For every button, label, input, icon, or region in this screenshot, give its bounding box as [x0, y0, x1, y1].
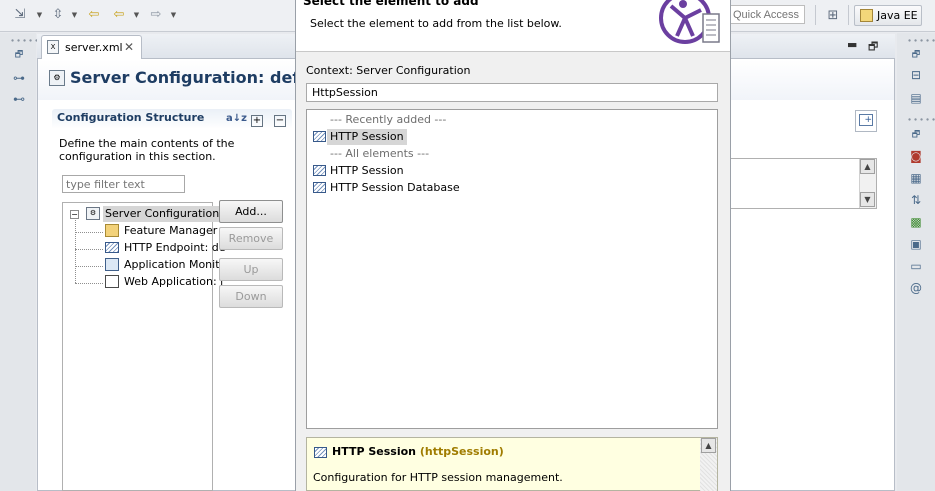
xml-file-icon: X: [47, 40, 59, 54]
scroll-up-icon[interactable]: ▲: [860, 159, 875, 174]
filter-input[interactable]: [62, 175, 185, 193]
close-icon[interactable]: ✕: [124, 40, 134, 54]
sort-alphabetically-icon[interactable]: a↓z: [226, 113, 247, 124]
snippets-icon[interactable]: ▣: [908, 236, 924, 252]
http-session-icon: [313, 131, 326, 142]
add-element-button[interactable]: +: [855, 110, 877, 132]
perspective-label: Java EE: [877, 9, 918, 22]
java-ee-perspective-icon: [860, 9, 873, 22]
down-button[interactable]: Down: [219, 285, 283, 308]
task-list-icon[interactable]: ▤: [908, 90, 924, 106]
minimize-icon[interactable]: ▬: [847, 38, 857, 51]
dropdown-arrow-icon[interactable]: ▼: [133, 11, 140, 19]
tab-server-xml[interactable]: X server.xml ✕: [41, 35, 142, 59]
list-item-label: HTTP Session: [327, 129, 407, 145]
dropdown-arrow-icon[interactable]: ▼: [71, 11, 78, 19]
scroll-down-icon[interactable]: ▼: [860, 192, 875, 207]
add-button[interactable]: Add...: [219, 200, 283, 223]
tree-guide-line: [75, 220, 76, 283]
up-button[interactable]: Up: [219, 258, 283, 281]
type-hierarchy-icon[interactable]: ⊷: [11, 91, 27, 107]
dropdown-arrow-icon[interactable]: ▼: [36, 11, 43, 19]
tree-item-label: HTTP Endpoint: de: [124, 241, 226, 254]
last-edit-location-icon[interactable]: ⇦: [86, 7, 102, 23]
tree-guide-line: [75, 266, 103, 267]
section-description: Define the main contents of the configur…: [59, 137, 235, 163]
quick-access-input[interactable]: [729, 5, 805, 24]
collapse-node-icon[interactable]: −: [70, 210, 79, 219]
detail-description: Configuration for HTTP session managemen…: [313, 471, 563, 484]
list-heading-label: --- All elements ---: [330, 147, 430, 160]
toolbar-separator: [848, 5, 849, 25]
dialog-subtitle: Select the element to add from the list …: [310, 17, 562, 30]
trim-grip: ∙∙∙∙∙: [907, 115, 935, 124]
restore-icon[interactable]: 🗗: [908, 127, 924, 143]
detail-scrollbar[interactable]: ▲: [700, 438, 717, 491]
list-item-label: HTTP Session: [330, 164, 404, 177]
vertical-scrollbar[interactable]: ▲ ▼: [859, 159, 876, 208]
data-source-icon[interactable]: ▩: [908, 214, 924, 230]
perspective-java-ee-button[interactable]: Java EE: [854, 5, 922, 26]
markers-icon[interactable]: ◙: [908, 148, 924, 164]
context-label: Context: Server Configuration: [306, 64, 471, 77]
trim-grip: ∙∙∙∙∙: [907, 36, 935, 45]
add-icon: +: [859, 114, 873, 126]
http-session-icon: [313, 165, 326, 176]
monitor-icon: [105, 258, 119, 271]
tree-guide-line: [75, 249, 103, 250]
scroll-up-icon[interactable]: ▲: [701, 438, 716, 453]
search-view-icon[interactable]: @: [908, 280, 924, 296]
restore-icon[interactable]: 🗗: [908, 47, 924, 63]
tree-item-label: Application Monito: [124, 258, 227, 271]
open-perspective-icon[interactable]: ⊞: [825, 8, 841, 24]
console-icon[interactable]: ▭: [908, 258, 924, 274]
back-icon[interactable]: ⇦: [111, 7, 127, 23]
tree-item-label: Web Application: j: [124, 275, 224, 288]
detail-element-id: (httpSession): [419, 445, 504, 458]
http-session-database-icon: [313, 182, 326, 193]
tree-guide-line: [75, 283, 103, 284]
expand-all-icon[interactable]: +: [251, 115, 263, 127]
element-list[interactable]: --- Recently added --- HTTP Session --- …: [306, 109, 718, 429]
websphere-logo-icon: [659, 0, 720, 44]
server-config-icon: ⚙: [86, 207, 100, 220]
tab-label: server.xml: [65, 41, 123, 54]
dropdown-arrow-icon[interactable]: ▼: [170, 11, 177, 19]
detail-name-label: HTTP Session: [332, 445, 416, 458]
tree-item-label: Server Configuration: [103, 206, 222, 222]
description-text-area[interactable]: [730, 158, 877, 209]
list-item-label: HTTP Session Database: [330, 181, 460, 194]
element-search-input[interactable]: [306, 83, 718, 102]
trim-grip: ∙∙∙∙∙: [10, 36, 41, 45]
web-application-icon: [105, 275, 119, 288]
properties-icon[interactable]: ▦: [908, 170, 924, 186]
list-heading-label: --- Recently added ---: [330, 113, 447, 126]
open-type-icon[interactable]: ⇳: [50, 7, 66, 23]
http-session-icon: [314, 447, 327, 458]
new-wizard-icon[interactable]: ⇲: [12, 7, 28, 23]
remove-button[interactable]: Remove: [219, 227, 283, 250]
detail-element-name: HTTP Session (httpSession): [332, 445, 504, 458]
server-config-icon: ⚙: [49, 70, 65, 86]
collapse-all-icon[interactable]: −: [274, 115, 286, 127]
dialog-title: Select the element to add: [303, 0, 479, 8]
tree-guide-line: [75, 232, 103, 233]
maximize-icon[interactable]: 🗗: [868, 38, 878, 57]
project-explorer-icon[interactable]: ⊶: [11, 70, 27, 86]
folder-icon: [105, 224, 119, 237]
right-trim-bar: ∙∙∙∙∙ 🗗 ⊟ ▤ ∙∙∙∙∙ 🗗 ◙ ▦ ⇅ ▩ ▣ ▭ @: [897, 33, 935, 491]
restore-icon[interactable]: 🗗: [11, 47, 27, 63]
outline-icon[interactable]: ⊟: [908, 67, 924, 83]
left-trim-bar: ∙∙∙∙∙ 🗗 ⊶ ⊷: [0, 33, 39, 491]
tree-item-label: Feature Manager: [124, 224, 218, 237]
toolbar-separator: [815, 5, 816, 25]
forward-icon[interactable]: ⇨: [148, 7, 164, 23]
section-title: Configuration Structure: [57, 111, 205, 124]
http-icon: [105, 242, 119, 253]
servers-icon[interactable]: ⇅: [908, 192, 924, 208]
